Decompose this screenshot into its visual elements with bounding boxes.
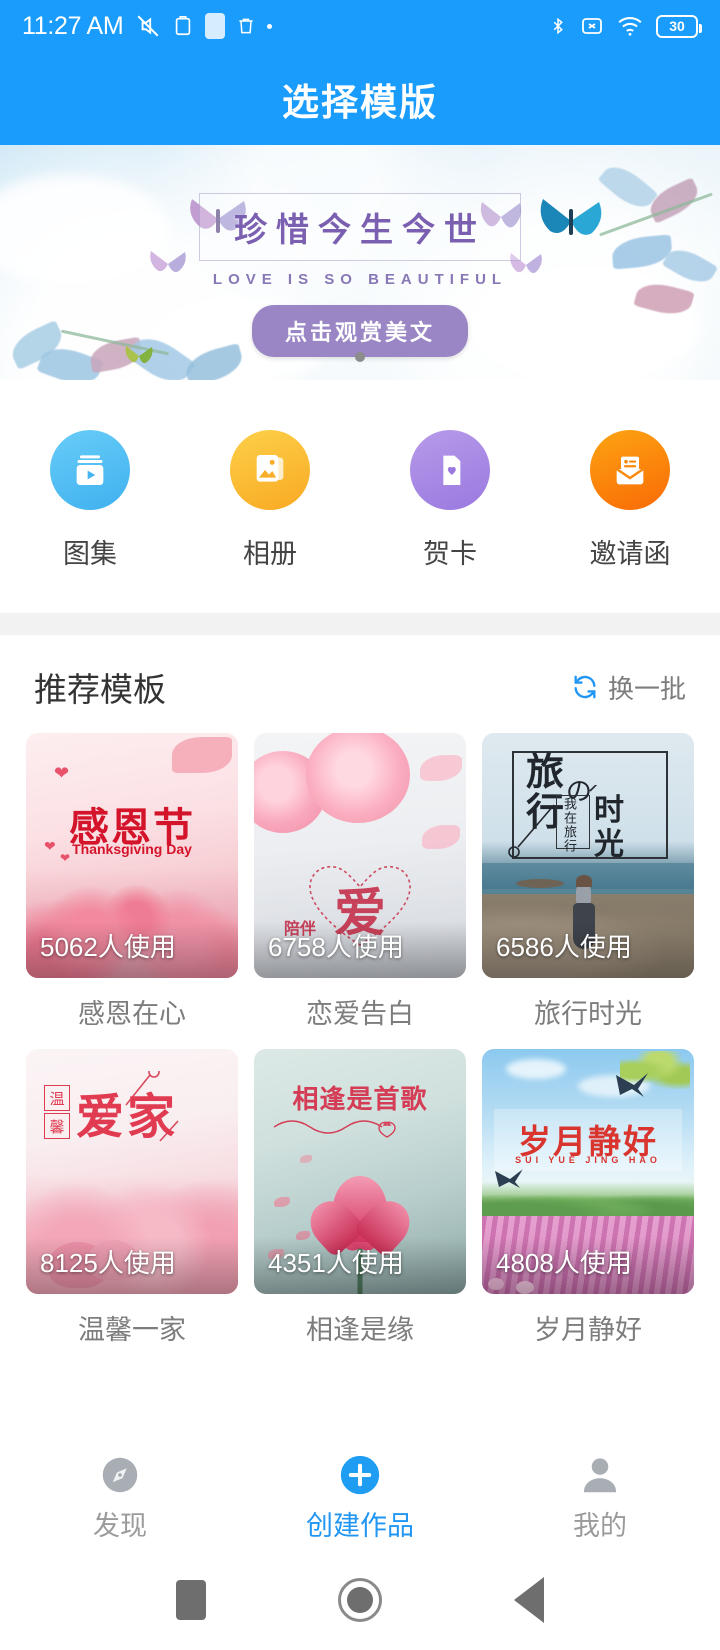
banner-sub-text: LOVE IS SO BEAUTIFUL xyxy=(212,271,508,288)
tab-create-work[interactable]: 创建作品 xyxy=(240,1452,480,1543)
category-label: 相册 xyxy=(243,539,297,569)
person-icon xyxy=(583,1458,617,1493)
section-title: 推荐模板 xyxy=(34,671,166,708)
category-shortcuts: 图集 相册 贺卡 邀请函 xyxy=(0,380,720,613)
greeting-card-icon xyxy=(410,430,490,510)
template-thumbnail[interactable]: ❤ ❤ ❤ 感恩节 Thanksgiving Day 5062人使用 xyxy=(26,733,238,978)
slideshow-icon xyxy=(50,430,130,510)
template-card[interactable]: ❤ ❤ ❤ 感恩节 Thanksgiving Day 5062人使用 感恩在心 xyxy=(26,733,238,1031)
status-bar-right-icons: 30 xyxy=(549,13,702,39)
mute-icon xyxy=(137,15,159,37)
template-card[interactable]: 旅 行 の 时 光 我在旅行 6586人使用 旅行时光 xyxy=(482,733,694,1031)
refresh-label: 换一批 xyxy=(607,673,686,704)
template-card[interactable]: 岁月静好 SUI YUE JING HAO 4808人使用 岁月静好 xyxy=(482,1049,694,1347)
template-thumbnail[interactable]: 岁月静好 SUI YUE JING HAO 4808人使用 xyxy=(482,1049,694,1294)
category-label: 邀请函 xyxy=(589,539,671,569)
plus-icon xyxy=(340,1455,380,1495)
wifi-icon xyxy=(618,17,642,36)
status-bar-left-icons xyxy=(135,13,273,39)
template-card[interactable]: 爱 陪伴 6758人使用 恋爱告白 xyxy=(254,733,466,1031)
category-item-heka[interactable]: 贺卡 xyxy=(375,430,525,571)
circle-home-icon[interactable] xyxy=(338,1578,382,1622)
status-bar: 11:27 AM 30 xyxy=(0,0,720,52)
template-name: 岁月静好 xyxy=(534,1315,642,1345)
template-name: 感恩在心 xyxy=(78,999,186,1029)
carousel-indicator[interactable] xyxy=(0,352,720,362)
square-recents-icon[interactable] xyxy=(176,1580,206,1620)
refresh-icon xyxy=(574,675,596,699)
photos-icon xyxy=(230,430,310,510)
more-dot-icon xyxy=(267,23,273,29)
clipboard-icon xyxy=(176,16,191,36)
no-sim-icon xyxy=(582,18,602,34)
banner-cta-button[interactable]: 点击观赏美文 xyxy=(251,305,468,357)
template-usage-count: 6586人使用 xyxy=(482,921,694,978)
thumbnail-art-title: 爱家 xyxy=(76,1091,179,1144)
trash-icon xyxy=(239,18,254,34)
category-item-tuji[interactable]: 图集 xyxy=(15,430,165,571)
template-name: 相逢是缘 xyxy=(306,1315,414,1345)
template-grid: ❤ ❤ ❤ 感恩节 Thanksgiving Day 5062人使用 感恩在心 … xyxy=(0,729,720,1347)
triangle-back-icon[interactable] xyxy=(514,1577,544,1623)
section-divider xyxy=(0,613,720,635)
page-title: 选择模版 xyxy=(282,81,438,123)
refresh-button[interactable]: 换一批 xyxy=(571,669,686,706)
category-item-yaoqinghan[interactable]: 邀请函 xyxy=(555,430,705,571)
battery-icon: 30 xyxy=(656,14,702,38)
category-label: 图集 xyxy=(63,539,117,569)
bluetooth-icon xyxy=(553,17,563,35)
banner-title-frame: 珍惜今生今世 xyxy=(199,193,521,261)
banner-content: 珍惜今生今世 LOVE IS SO BEAUTIFUL 点击观赏美文 xyxy=(0,193,720,357)
template-usage-count: 6758人使用 xyxy=(254,921,466,978)
tab-label: 我的 xyxy=(573,1511,627,1541)
category-item-xiangce[interactable]: 相册 xyxy=(195,430,345,571)
template-usage-count: 4351人使用 xyxy=(254,1237,466,1294)
tab-mine[interactable]: 我的 xyxy=(480,1452,720,1543)
category-label: 贺卡 xyxy=(423,539,477,569)
status-bar-clock: 11:27 AM xyxy=(22,11,124,40)
template-usage-count: 8125人使用 xyxy=(26,1237,238,1294)
battery-level: 30 xyxy=(669,18,685,34)
template-name: 旅行时光 xyxy=(534,999,642,1029)
template-usage-count: 4808人使用 xyxy=(482,1237,694,1294)
template-card[interactable]: 相逢是首歌 4351人使用 相逢是缘 xyxy=(254,1049,466,1347)
recommended-section-header: 推荐模板 换一批 xyxy=(0,635,720,729)
template-name: 温馨一家 xyxy=(78,1315,186,1345)
android-navigation-bar xyxy=(0,1550,720,1650)
template-usage-count: 5062人使用 xyxy=(26,921,238,978)
tab-label: 创建作品 xyxy=(306,1511,414,1541)
template-thumbnail[interactable]: 相逢是首歌 4351人使用 xyxy=(254,1049,466,1294)
carousel-dot[interactable] xyxy=(355,352,365,362)
app-bar: 选择模版 xyxy=(0,52,720,145)
envelope-icon xyxy=(590,430,670,510)
app-icon xyxy=(205,13,226,39)
template-thumbnail[interactable]: 旅 行 の 时 光 我在旅行 6586人使用 xyxy=(482,733,694,978)
bottom-tab-bar: 发现 创建作品 我的 xyxy=(0,1445,720,1550)
tab-label: 发现 xyxy=(93,1511,147,1541)
template-thumbnail[interactable]: 爱家 温 馨 8125人使用 xyxy=(26,1049,238,1294)
promo-banner-carousel[interactable]: 珍惜今生今世 LOVE IS SO BEAUTIFUL 点击观赏美文 xyxy=(0,145,720,380)
thumbnail-art-subtitle: SUI YUE JING HAO xyxy=(515,1155,661,1165)
compass-icon xyxy=(102,1457,138,1493)
template-thumbnail[interactable]: 爱 陪伴 6758人使用 xyxy=(254,733,466,978)
template-name: 恋爱告白 xyxy=(306,999,414,1029)
template-card[interactable]: 爱家 温 馨 8125人使用 温馨一家 xyxy=(26,1049,238,1347)
banner-main-text: 珍惜今生今世 xyxy=(234,213,486,249)
tab-discover[interactable]: 发现 xyxy=(0,1452,240,1543)
thumbnail-art-subtitle: Thanksgiving Day xyxy=(72,841,192,857)
